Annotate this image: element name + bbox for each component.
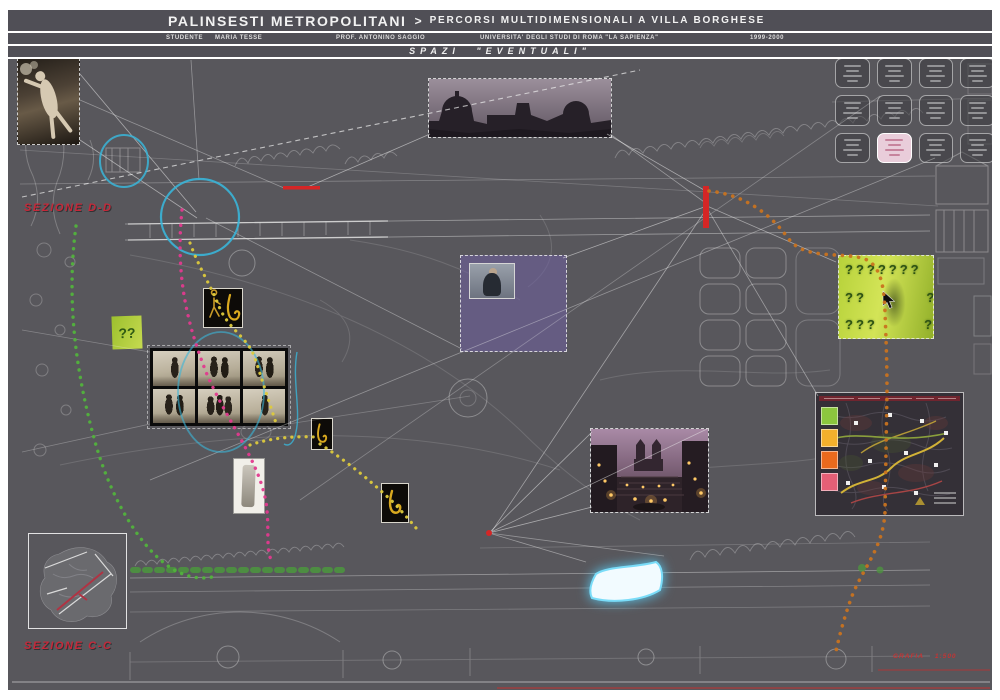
event-screen-glow [584, 556, 668, 606]
red-focus-dot [486, 530, 492, 536]
sequence-photo [153, 351, 195, 386]
artifact-shape [241, 465, 255, 507]
rome-skyline-photo [428, 78, 612, 138]
jazz-event-marker-2 [311, 418, 333, 450]
legend-swatch-green [821, 407, 838, 425]
board-title: PALINSESTI METROPOLITANI > PERCORSI MULT… [168, 10, 765, 31]
legend-swatch-yellow [821, 429, 838, 447]
question-marks: ?? [118, 324, 136, 341]
legend-swatch-orange [821, 451, 838, 469]
sequence-photo [153, 389, 195, 424]
tv-still-photo [469, 263, 515, 299]
program-cell [960, 133, 992, 163]
program-diagram-grid [835, 59, 992, 163]
presentation-board-page: PALINSESTI METROPOLITANI > PERCORSI MULT… [0, 0, 1000, 700]
section-label-cc: SEZIONE C-C [24, 640, 113, 652]
spanish-steps-photo [590, 428, 709, 513]
saxophone-icon [204, 289, 242, 327]
sequence-photo [243, 351, 285, 386]
program-cell [835, 133, 870, 163]
jazz-event-marker-3 [381, 483, 409, 523]
statue-photo [17, 59, 80, 145]
byline-bar: STUDENTE MARIA TESSE PROF. ANTONINO SAGG… [8, 33, 992, 44]
board-subtitle: SPAZI "EVENTUALI" [8, 46, 992, 57]
skyline-scene [429, 79, 611, 137]
program-cell [960, 59, 992, 88]
mystery-box-small: ?? [111, 315, 142, 349]
program-cell [877, 95, 912, 125]
media-overlay-panel [460, 255, 567, 352]
title-separator: > [415, 14, 422, 28]
title-subproject: PERCORSI MULTIDIMENSIONALI A VILLA BORGH… [430, 15, 766, 26]
photo-sequence-grid [150, 348, 288, 426]
red-cut-marker [703, 186, 709, 228]
artifact-photo [233, 458, 265, 514]
location-inset-map [28, 533, 127, 629]
scale-note: GRAFIA 1:500 [893, 653, 957, 660]
student-label: STUDENTE [166, 33, 203, 44]
academic-year: 1999-2000 [750, 33, 784, 44]
legend-swatch-pink [821, 473, 838, 491]
program-cell [919, 59, 954, 88]
tv-person-figure [483, 273, 501, 296]
subtitle-bar: SPAZI "EVENTUALI" [8, 46, 992, 57]
professor-name: PROF. ANTONINO SAGGIO [336, 33, 425, 44]
scale-label: GRAFIA [893, 653, 924, 660]
program-cell [919, 95, 954, 125]
section-label-dd: SEZIONE D-D [24, 202, 113, 214]
saxophone-icon [314, 421, 330, 447]
mystery-box-big: ??????? ?? ?? ??? ?? [838, 255, 934, 339]
saxophone-icon [385, 487, 405, 519]
title-bar: PALINSESTI METROPOLITANI > PERCORSI MULT… [8, 10, 992, 31]
scale-value: 1:500 [935, 653, 957, 660]
program-cell-highlighted [877, 133, 912, 163]
route-map-scene [816, 393, 963, 515]
red-section-line [283, 186, 320, 190]
route-map-panel [815, 392, 964, 516]
cursor-icon [881, 290, 897, 310]
university-name: UNIVERSITA' DEGLI STUDI DI ROMA "LA SAPI… [480, 33, 659, 44]
program-cell [835, 95, 870, 125]
plan-canvas: SEZIONE D-D SEZIONE C-C ?? [8, 59, 992, 690]
sequence-photo [198, 351, 240, 386]
program-cell [877, 59, 912, 88]
spanish-steps-scene [591, 429, 708, 512]
program-cell [835, 59, 870, 88]
statue-figure [18, 59, 79, 144]
program-cell [919, 133, 954, 163]
student-name: MARIA TESSE [215, 33, 262, 44]
sequence-photo [198, 389, 240, 424]
title-main: PALINSESTI METROPOLITANI [168, 13, 407, 29]
program-cell [960, 95, 992, 125]
jazz-event-marker-1 [203, 288, 243, 328]
screen-shape [584, 556, 668, 606]
sequence-photo [243, 389, 285, 424]
inset-map-scene [29, 534, 126, 628]
